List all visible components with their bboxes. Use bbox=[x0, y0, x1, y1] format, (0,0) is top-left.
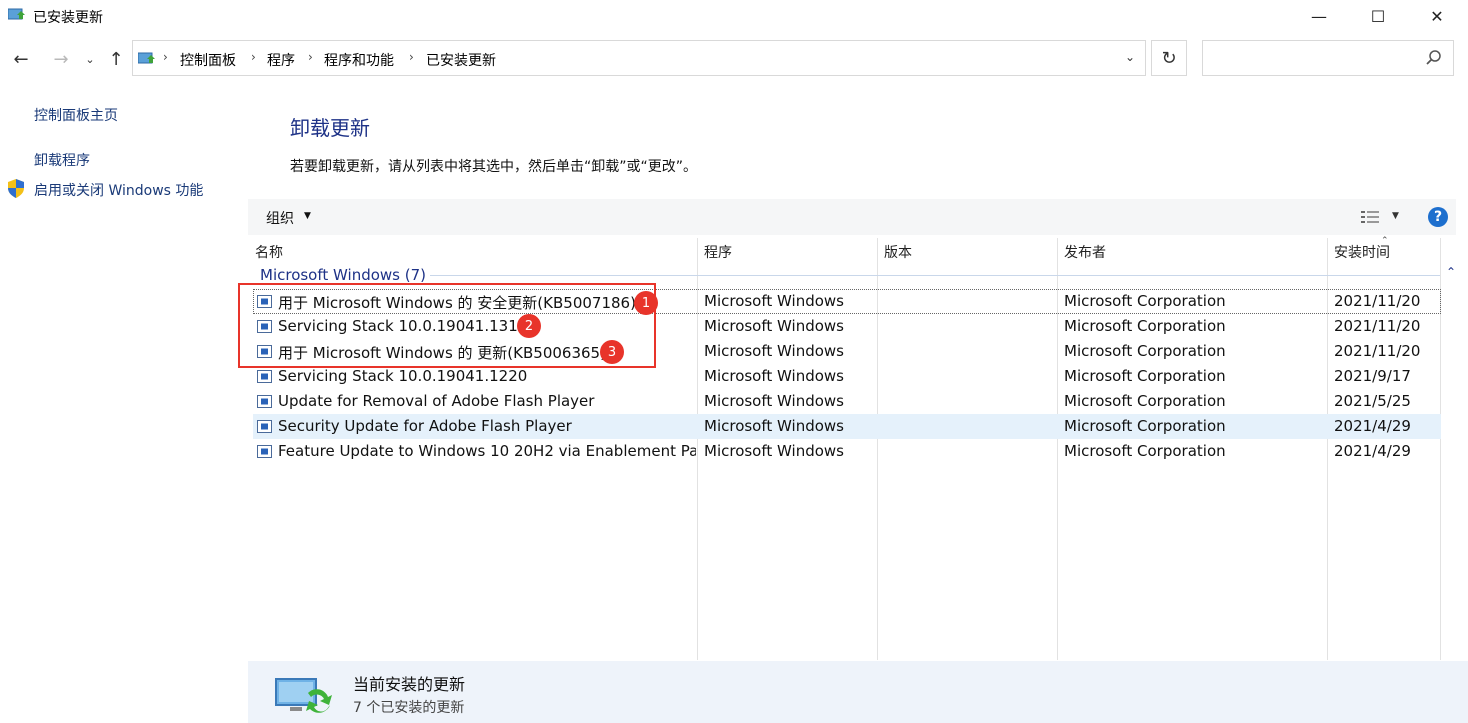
control-panel-home-link[interactable]: 控制面板主页 bbox=[34, 105, 118, 125]
update-publisher: Microsoft Corporation bbox=[1064, 417, 1226, 435]
update-icon bbox=[257, 420, 272, 433]
address-bar[interactable]: › 控制面板 › 程序 › 程序和功能 › 已安装更新 ⌄ bbox=[132, 40, 1146, 76]
update-row[interactable]: Security Update for Adobe Flash Player M… bbox=[253, 414, 1441, 439]
update-name: Feature Update to Windows 10 20H2 via En… bbox=[278, 442, 696, 460]
group-divider bbox=[430, 275, 1440, 276]
update-publisher: Microsoft Corporation bbox=[1064, 442, 1226, 460]
organize-dropdown-icon[interactable]: ▼ bbox=[304, 211, 311, 221]
update-name: Servicing Stack 10.0.19041.1220 bbox=[278, 367, 528, 385]
details-pane: 当前安装的更新 7 个已安装的更新 bbox=[248, 661, 1468, 723]
refresh-button[interactable]: ↻ bbox=[1151, 40, 1187, 76]
update-icon bbox=[257, 395, 272, 408]
update-publisher: Microsoft Corporation bbox=[1064, 292, 1226, 310]
sort-ascending-icon: ⌃ bbox=[1381, 236, 1389, 246]
update-icon bbox=[257, 370, 272, 383]
update-program: Microsoft Windows bbox=[704, 317, 844, 335]
installed-updates-window: 已安装更新 — ☐ ✕ ← → ⌄ ↑ › 控制面板 › 程序 › 程序和功能 … bbox=[0, 0, 1468, 723]
minimize-button[interactable]: — bbox=[1296, 0, 1342, 32]
help-icon[interactable]: ? bbox=[1428, 207, 1448, 227]
update-program: Microsoft Windows bbox=[704, 367, 844, 385]
update-install-date: 2021/9/17 bbox=[1334, 367, 1411, 385]
column-header-name[interactable]: 名称 bbox=[255, 242, 283, 262]
breadcrumb-programs-and-features[interactable]: 程序和功能 bbox=[324, 50, 394, 70]
update-row[interactable]: Update for Removal of Adobe Flash Player… bbox=[253, 389, 1441, 414]
command-bar: 组织 ▼ ▼ ? bbox=[248, 199, 1456, 235]
recent-locations-button[interactable]: ⌄ bbox=[80, 46, 100, 72]
update-program: Microsoft Windows bbox=[704, 442, 844, 460]
view-options-dropdown-icon[interactable]: ▼ bbox=[1392, 211, 1399, 221]
search-input[interactable] bbox=[1202, 40, 1454, 76]
update-name: Security Update for Adobe Flash Player bbox=[278, 417, 572, 435]
update-name: Update for Removal of Adobe Flash Player bbox=[278, 392, 595, 410]
windows-features-link[interactable]: 启用或关闭 Windows 功能 bbox=[34, 180, 203, 200]
uac-shield-icon bbox=[8, 179, 24, 198]
control-panel-programs-icon bbox=[8, 8, 25, 20]
organize-button[interactable]: 组织 bbox=[266, 208, 294, 228]
search-icon[interactable] bbox=[1425, 49, 1443, 67]
breadcrumb-programs[interactable]: 程序 bbox=[267, 50, 295, 70]
update-program: Microsoft Windows bbox=[704, 342, 844, 360]
breadcrumb-separator[interactable]: › bbox=[308, 50, 313, 64]
update-install-date: 2021/4/29 bbox=[1334, 442, 1411, 460]
breadcrumb-separator[interactable]: › bbox=[409, 50, 414, 64]
change-view-icon[interactable] bbox=[1360, 209, 1382, 225]
column-header-program[interactable]: 程序 bbox=[704, 242, 732, 262]
update-publisher: Microsoft Corporation bbox=[1064, 317, 1226, 335]
breadcrumb-separator[interactable]: › bbox=[163, 50, 168, 64]
window-title: 已安装更新 bbox=[33, 10, 103, 26]
update-row[interactable]: Feature Update to Windows 10 20H2 via En… bbox=[253, 439, 1441, 464]
installed-updates-icon bbox=[275, 678, 332, 713]
maximize-button[interactable]: ☐ bbox=[1355, 0, 1401, 32]
details-title: 当前安装的更新 bbox=[353, 675, 466, 694]
update-install-date: 2021/11/20 bbox=[1334, 292, 1421, 310]
breadcrumb-separator[interactable]: › bbox=[251, 50, 256, 64]
title-bar: 已安装更新 — ☐ ✕ bbox=[0, 0, 1468, 32]
up-button[interactable]: ↑ bbox=[104, 46, 128, 72]
column-header-publisher[interactable]: 发布者 bbox=[1064, 242, 1106, 262]
close-button[interactable]: ✕ bbox=[1414, 0, 1460, 32]
update-icon bbox=[257, 445, 272, 458]
update-install-date: 2021/11/20 bbox=[1334, 317, 1421, 335]
update-publisher: Microsoft Corporation bbox=[1064, 367, 1226, 385]
address-dropdown-icon[interactable]: ⌄ bbox=[1125, 50, 1135, 64]
page-description: 若要卸载更新，请从列表中将其选中，然后单击“卸载”或“更改”。 bbox=[290, 159, 698, 175]
update-publisher: Microsoft Corporation bbox=[1064, 342, 1226, 360]
control-panel-icon bbox=[138, 52, 155, 64]
update-install-date: 2021/5/25 bbox=[1334, 392, 1411, 410]
annotation-badge-3: 3 bbox=[600, 340, 624, 364]
group-header-microsoft-windows[interactable]: Microsoft Windows (7) bbox=[260, 266, 426, 284]
update-program: Microsoft Windows bbox=[704, 417, 844, 435]
update-install-date: 2021/11/20 bbox=[1334, 342, 1421, 360]
page-title: 卸载更新 bbox=[290, 116, 370, 140]
back-button[interactable]: ← bbox=[8, 46, 34, 72]
details-count: 7 个已安装的更新 bbox=[353, 700, 465, 716]
update-install-date: 2021/4/29 bbox=[1334, 417, 1411, 435]
annotation-highlight-box bbox=[238, 283, 656, 368]
breadcrumb-control-panel[interactable]: 控制面板 bbox=[180, 50, 236, 70]
collapse-group-icon[interactable]: ⌃ bbox=[1446, 265, 1456, 279]
forward-button[interactable]: → bbox=[48, 46, 74, 72]
update-program: Microsoft Windows bbox=[704, 392, 844, 410]
annotation-badge-1: 1 bbox=[634, 291, 658, 315]
breadcrumb-installed-updates[interactable]: 已安装更新 bbox=[426, 50, 496, 70]
uninstall-program-link[interactable]: 卸载程序 bbox=[34, 150, 90, 170]
column-header-version[interactable]: 版本 bbox=[884, 242, 912, 262]
annotation-badge-2: 2 bbox=[517, 314, 541, 338]
update-publisher: Microsoft Corporation bbox=[1064, 392, 1226, 410]
update-program: Microsoft Windows bbox=[704, 292, 844, 310]
